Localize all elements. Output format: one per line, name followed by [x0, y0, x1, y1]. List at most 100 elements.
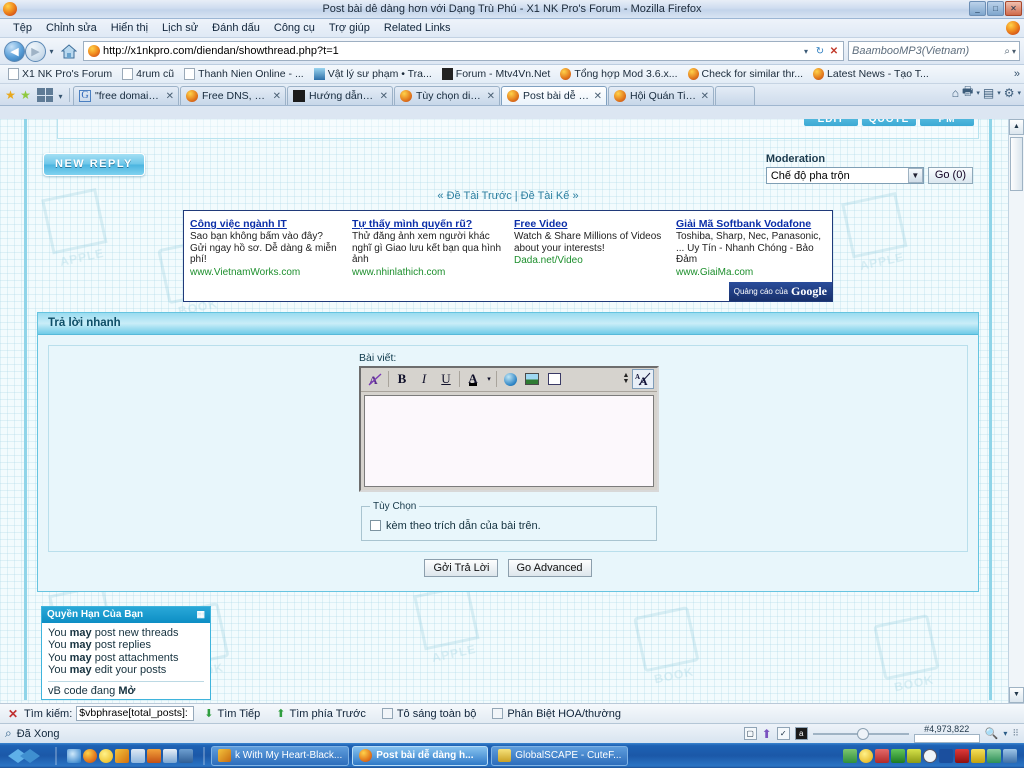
tab-tuy-chon[interactable]: Tùy chọn diễn ... ✕ — [394, 86, 500, 105]
media-icon[interactable] — [115, 748, 129, 763]
thread-navigation[interactable]: « Đề Tài Trước | Đề Tài Kế » — [27, 184, 989, 210]
slider-knob[interactable] — [856, 727, 869, 740]
save-icon[interactable] — [179, 748, 193, 763]
forward-button[interactable]: ▶ — [25, 40, 46, 62]
acrobat-icon[interactable] — [131, 748, 145, 763]
taskbar-button-cuteftp[interactable]: GlobalSCAPE - CuteF... — [491, 745, 629, 766]
upload-arrow-icon[interactable]: ⬆ — [762, 727, 772, 741]
font-color-icon[interactable]: A — [462, 369, 484, 389]
wrap-toggle-icon[interactable]: ▲ ▼ — [620, 372, 632, 385]
quote-option-row[interactable]: kèm theo trích dẫn của bài trên. — [370, 520, 648, 532]
bookmarks-overflow-icon[interactable]: » — [1014, 68, 1020, 80]
bookmark-item[interactable]: Vật lý sư phạm • Tra... — [309, 68, 437, 80]
ad-title[interactable]: Free Video — [514, 218, 664, 230]
insert-quote-icon[interactable] — [543, 369, 565, 389]
tab-close-icon[interactable]: ✕ — [380, 91, 388, 102]
bookmark-item[interactable]: Check for similar thr... — [683, 68, 809, 80]
submit-reply-button[interactable]: Gởi Trả Lời — [424, 558, 499, 577]
tab-list-dropdown-icon[interactable]: ▾ — [55, 92, 66, 101]
bookmark-star-icon[interactable]: ★ — [3, 85, 18, 105]
find-previous-button[interactable]: ⬆ Tìm phía Trước — [270, 707, 372, 721]
ad-item[interactable]: Công việc ngành IT Sao bạn không bấm vào… — [184, 215, 346, 282]
menu-item-history[interactable]: Lịch sử — [155, 22, 205, 34]
nav-history-dropdown-icon[interactable]: ▾ — [46, 47, 57, 56]
ad-title[interactable]: Tự thấy mình quyến rũ? — [352, 218, 502, 230]
insert-image-icon[interactable] — [521, 369, 543, 389]
popup-blocked-icon[interactable]: ▢ — [743, 727, 757, 740]
print-icon[interactable] — [987, 748, 1001, 763]
scrollbar-thumb[interactable] — [1010, 137, 1023, 191]
toggle-editor-icon[interactable]: AA — [632, 369, 654, 389]
search-icon[interactable]: ⌕ — [1004, 46, 1010, 57]
menu-item-view[interactable]: Hiển thị — [104, 22, 155, 34]
tab-close-icon[interactable]: ✕ — [594, 91, 602, 102]
close-button[interactable]: ✕ — [1005, 1, 1022, 16]
menu-item-help[interactable]: Trợ giúp — [322, 22, 377, 34]
ad-title[interactable]: Giải Mã Softbank Vodafone — [676, 218, 826, 230]
quote-button[interactable]: QUOTE — [862, 119, 916, 126]
tab-close-icon[interactable]: ✕ — [166, 91, 174, 102]
note-icon[interactable] — [907, 748, 921, 763]
quote-previous-checkbox[interactable] — [370, 520, 381, 531]
tab-close-icon[interactable]: ✕ — [487, 91, 495, 102]
reload-icon[interactable]: ↻ — [813, 46, 827, 57]
zoom-dropdown-icon[interactable]: ▾ — [1003, 729, 1007, 738]
checkmark-icon[interactable]: ✓ — [776, 727, 790, 740]
bookmark-item[interactable]: Forum - Mtv4Vn.Net — [437, 68, 556, 80]
tab-close-icon[interactable]: ✕ — [701, 91, 709, 102]
bold-icon[interactable]: B — [391, 369, 413, 389]
match-case-checkbox[interactable] — [492, 708, 504, 719]
bookmark-item[interactable]: 4rum cũ — [117, 68, 179, 80]
addon-icon[interactable]: a — [794, 727, 808, 740]
taskbar-button-media[interactable]: k With My Heart-Black... — [211, 745, 350, 766]
tab-free-dns[interactable]: Free DNS, Stati... ✕ — [180, 86, 286, 105]
ie-icon[interactable] — [67, 748, 81, 763]
search-input[interactable]: BaambooMP3(Vietnam) — [852, 45, 1004, 57]
search-bar[interactable]: BaambooMP3(Vietnam) ⌕ ▾ — [848, 41, 1020, 61]
updown-icon[interactable] — [875, 748, 889, 763]
ad-item[interactable]: Free Video Watch & Share Millions of Vid… — [508, 215, 670, 282]
firefox-icon[interactable] — [83, 748, 97, 763]
home-button[interactable] — [59, 41, 79, 61]
chevron-down-icon[interactable]: ▼ — [907, 168, 923, 183]
menu-item-bookmarks[interactable]: Đánh dấu — [205, 22, 267, 34]
add-bookmark-icon[interactable]: ★ — [18, 85, 33, 105]
search-dropdown-icon[interactable]: ▾ — [1012, 47, 1016, 56]
tab-post-bai[interactable]: Post bài dễ dàn... ✕ — [501, 86, 607, 105]
ad-item[interactable]: Giải Mã Softbank Vodafone Toshiba, Sharp… — [670, 215, 832, 282]
maximize-button[interactable]: □ — [987, 1, 1004, 16]
bookmark-item[interactable]: Latest News - Tạo T... — [808, 68, 934, 80]
go-advanced-button[interactable]: Go Advanced — [507, 558, 592, 577]
address-bar[interactable]: http://x1nkpro.com/diendan/showthread.ph… — [83, 41, 844, 61]
ad-title[interactable]: Công việc ngành IT — [190, 218, 340, 230]
network-icon[interactable] — [1003, 748, 1017, 763]
bookmark-item[interactable]: Thanh Nien Online - ... — [179, 68, 309, 80]
find-close-icon[interactable]: ✕ — [6, 707, 20, 721]
yahoo-icon[interactable] — [99, 748, 113, 763]
settings-icon[interactable]: ⚙ — [1004, 86, 1015, 100]
collapse-icon[interactable]: ▦ — [196, 609, 205, 620]
pm-button[interactable]: PM — [920, 119, 974, 126]
tab-groups-icon[interactable] — [37, 88, 53, 102]
menu-item-related-links[interactable]: Related Links — [377, 22, 458, 34]
find-next-button[interactable]: ⬇ Tìm Tiếp — [198, 707, 266, 721]
ad-item[interactable]: Tự thấy mình quyến rũ? Thử đăng ảnh xem … — [346, 215, 508, 282]
bookmark-item[interactable]: Tổng hợp Mod 3.6.x... — [555, 68, 682, 80]
highlight-all-toggle[interactable]: Tô sáng toàn bộ — [376, 708, 483, 720]
scroll-down-button[interactable]: ▼ — [1009, 687, 1024, 703]
bookmark-item[interactable]: X1 NK Pro's Forum — [3, 68, 117, 80]
menu-item-tools[interactable]: Công cụ — [267, 22, 322, 34]
tab-hoi-quan[interactable]: Hội Quán Tin H... ✕ — [608, 86, 714, 105]
status-slider[interactable] — [812, 727, 909, 740]
moderation-go-button[interactable]: Go (0) — [927, 167, 973, 184]
tab-close-icon[interactable]: ✕ — [273, 91, 281, 102]
stop-icon[interactable]: ✕ — [827, 46, 841, 57]
tab-free-domain[interactable]: G "free domain"... ✕ — [73, 86, 179, 105]
yahoo-icon[interactable] — [859, 748, 873, 763]
font-color-dropdown-icon[interactable]: ▾ — [484, 369, 494, 389]
resize-grip-icon[interactable]: ⠿ — [1012, 728, 1019, 739]
insert-link-icon[interactable] — [499, 369, 521, 389]
home-icon[interactable]: ⌂ — [952, 86, 959, 100]
italic-icon[interactable]: I — [413, 369, 435, 389]
message-textarea[interactable] — [364, 394, 654, 487]
